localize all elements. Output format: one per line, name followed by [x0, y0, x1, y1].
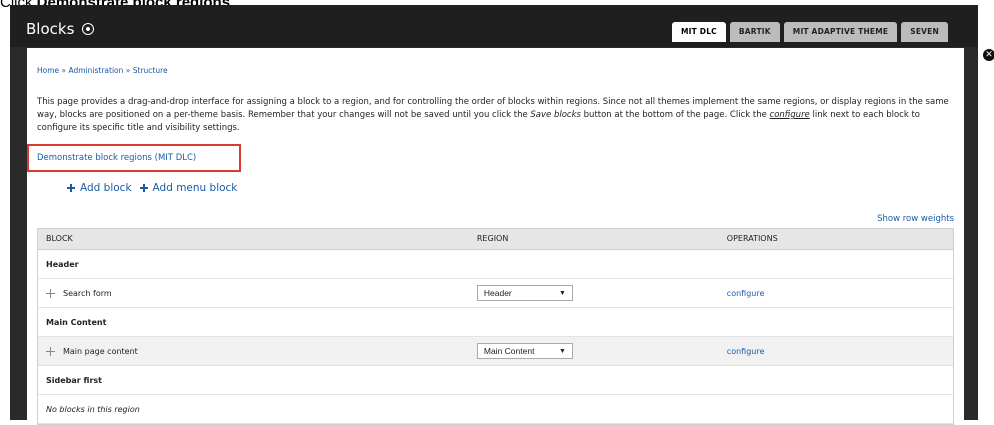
column-block: BLOCK	[46, 234, 73, 243]
show-row-weights-link[interactable]: Show row weights	[877, 214, 954, 224]
dropdown-arrow-icon: ▼	[558, 347, 566, 355]
page-description: This page provides a drag-and-drop inter…	[37, 97, 949, 133]
region-row-header: Header	[38, 250, 953, 279]
circle-plus-icon[interactable]	[82, 23, 95, 35]
configure-link[interactable]: configure	[727, 289, 765, 298]
block-label: Search form	[63, 288, 112, 298]
tab-bartik[interactable]: BARTIK	[729, 22, 780, 42]
configure-link[interactable]: configure	[727, 347, 765, 356]
add-block-link[interactable]: Add block	[67, 182, 132, 194]
region-row-sidebar-first: Sidebar first	[38, 366, 953, 395]
plus-icon	[67, 184, 75, 192]
tab-mit-dlc[interactable]: MIT DLC	[672, 22, 726, 42]
demonstrate-block-regions-link[interactable]: Demonstrate block regions (MIT DLC)	[37, 153, 196, 163]
region-select[interactable]: Header ▼	[476, 285, 573, 301]
drag-handle-icon[interactable]	[46, 288, 55, 298]
column-region: REGION	[476, 234, 509, 243]
block-label: Main page content	[63, 346, 138, 356]
table-header: BLOCK REGION OPERATIONS	[38, 229, 953, 250]
page-title: Blocks	[26, 20, 95, 38]
table-row: Main page content Main Content ▼ configur…	[38, 337, 953, 366]
dropdown-arrow-icon: ▼	[558, 289, 566, 297]
breadcrumb[interactable]: Home » Administration » Structure	[37, 66, 168, 75]
column-operations: OPERATIONS	[726, 234, 778, 243]
main-content: Home » Administration » Structure This p…	[27, 48, 964, 425]
close-icon[interactable]: ✕	[983, 49, 994, 61]
table-row: Search form Header ▼ configure	[38, 279, 953, 308]
region-row-main-content: Main Content	[38, 308, 953, 337]
empty-region-text: No blocks in this region	[46, 404, 140, 414]
tab-mit-adaptive-theme[interactable]: MIT ADAPTIVE THEME	[783, 22, 898, 42]
region-select[interactable]: Main Content ▼	[476, 343, 573, 359]
add-menu-block-link[interactable]: Add menu block	[139, 182, 237, 194]
action-links: Add block Add menu block	[67, 182, 237, 194]
theme-tabs: MIT DLC BARTIK MIT ADAPTIVE THEME SEVEN	[672, 22, 948, 42]
drag-handle-icon[interactable]	[46, 346, 55, 356]
blocks-table: BLOCK REGION OPERATIONS Header Search fo…	[37, 228, 954, 425]
plus-icon	[139, 184, 148, 192]
tab-seven[interactable]: SEVEN	[901, 22, 948, 42]
